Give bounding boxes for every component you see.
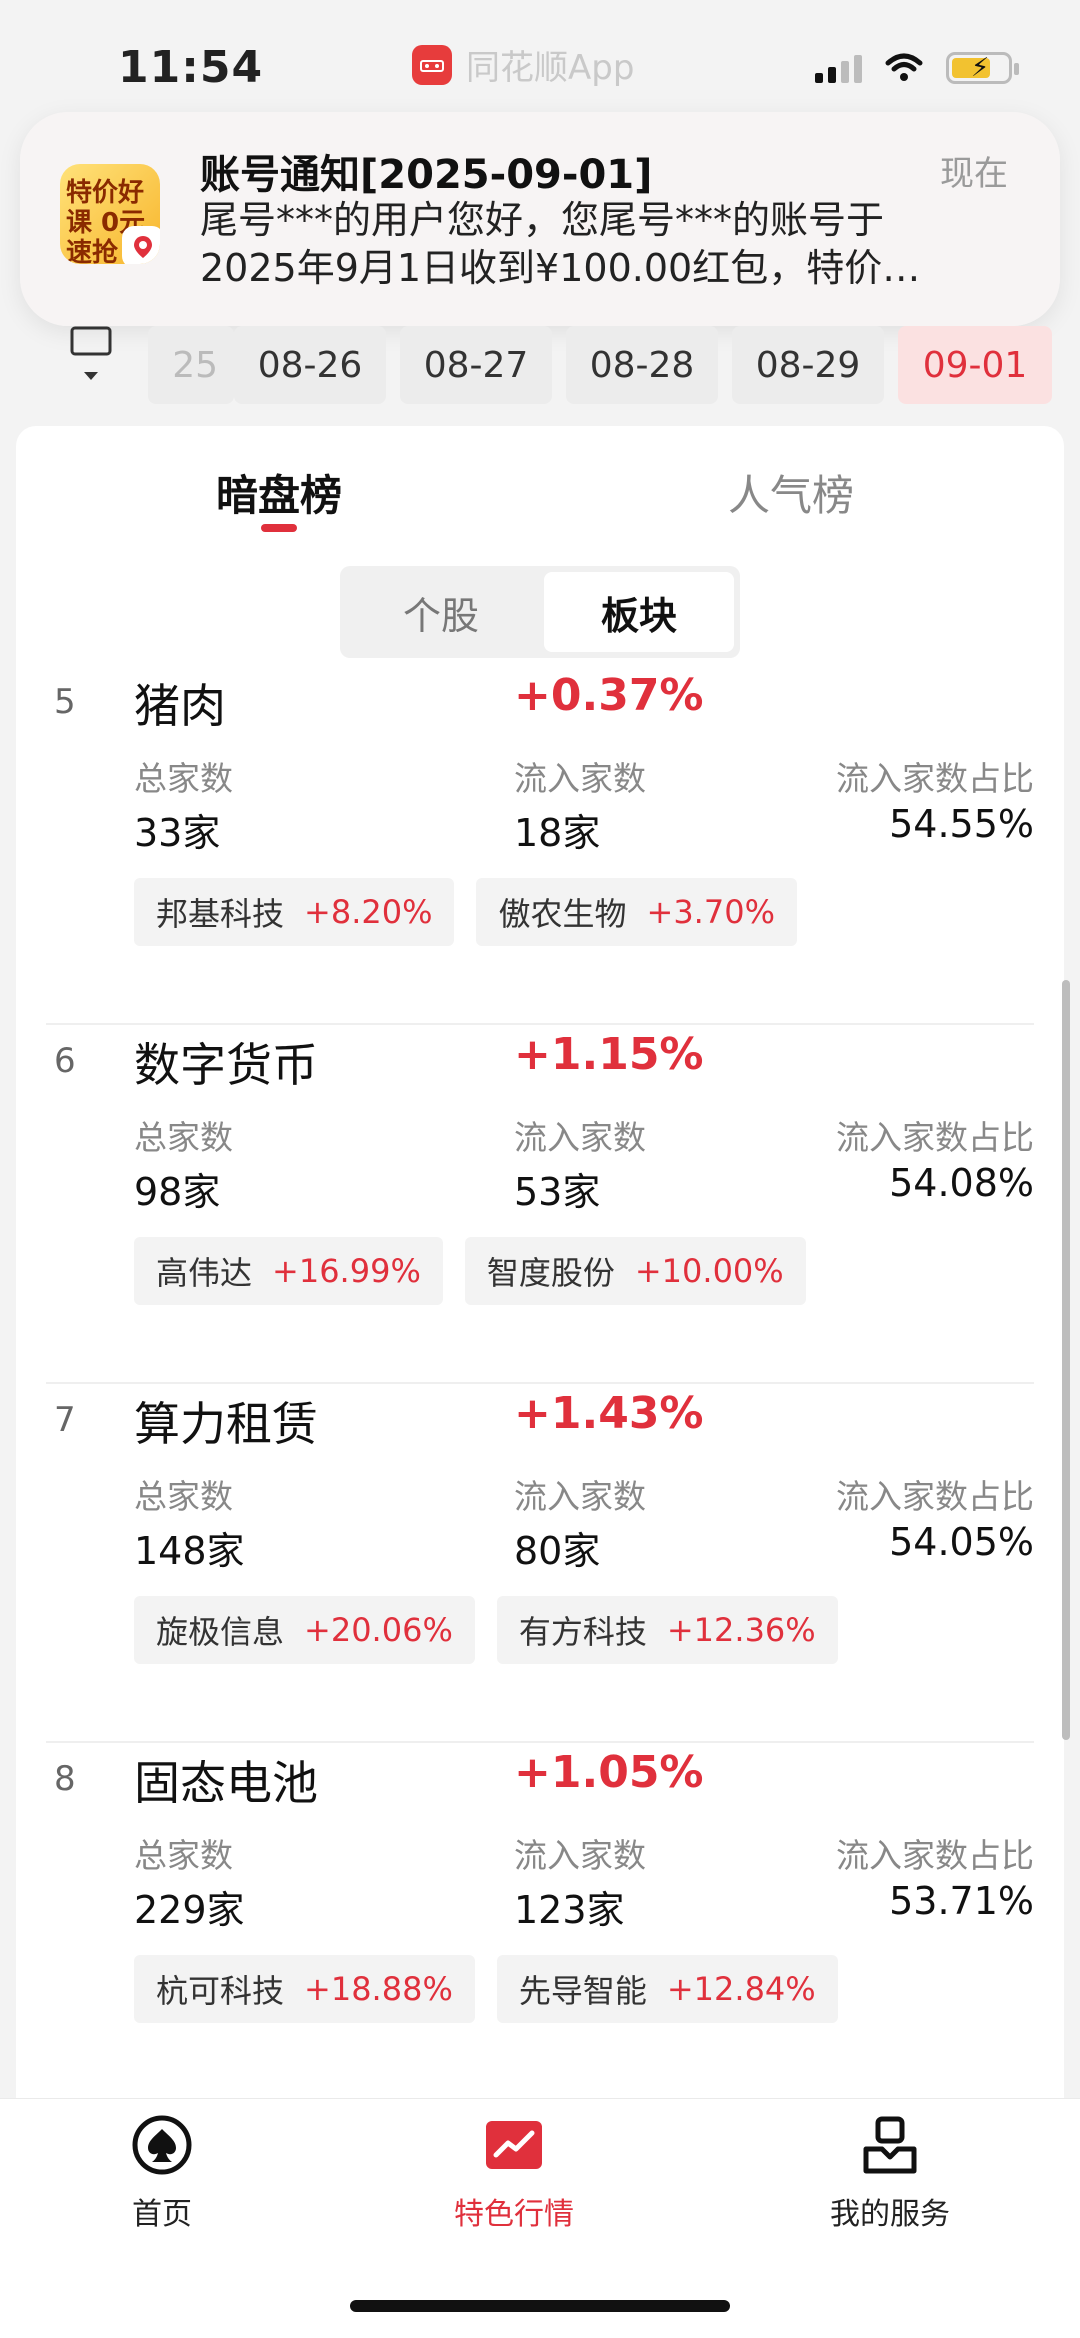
date-pill[interactable]: 08-26: [234, 326, 386, 404]
system-icons: ⚡: [815, 52, 1019, 84]
inflow-value: 123家: [514, 1888, 625, 1932]
date-selector: 25 08-26 08-27 08-28 08-29 09-01: [0, 326, 1080, 406]
list-item[interactable]: 5 猪肉 +0.37% 总家数 流入家数 流入家数占比 33家 18家 54.5…: [16, 666, 1064, 1025]
ranking-tabs: 暗盘榜 人气榜: [16, 426, 1064, 546]
item-rank: 6: [54, 1041, 76, 1081]
total-value: 98家: [134, 1170, 221, 1214]
item-change: +0.37%: [514, 670, 704, 721]
date-pill[interactable]: 25: [148, 326, 234, 404]
wifi-icon: [885, 53, 923, 81]
inflow-value: 18家: [514, 811, 601, 855]
app-name: 同花顺App: [466, 48, 635, 88]
notification-line-1: 尾号***的用户您好，您尾号***的账号于: [200, 198, 885, 242]
ratio-label: 流入家数占比: [836, 759, 1034, 798]
item-change: +1.05%: [514, 1747, 704, 1798]
stock-chip[interactable]: 智度股份 +10.00%: [464, 1237, 806, 1305]
leader-stocks: 邦基科技 +8.20% 傲农生物 +3.70%: [134, 878, 797, 946]
nav-featured[interactable]: 特色行情: [384, 2113, 644, 2243]
leader-stocks: 高伟达 +16.99% 智度股份 +10.00%: [134, 1237, 806, 1305]
segment-sectors[interactable]: 板块: [544, 572, 734, 652]
stock-chip[interactable]: 傲农生物 +3.70%: [476, 878, 797, 946]
stock-chip[interactable]: 高伟达 +16.99%: [134, 1237, 443, 1305]
total-value: 148家: [134, 1529, 245, 1573]
battery-icon: ⚡: [946, 52, 1019, 84]
stock-chip[interactable]: 杭可科技 +18.88%: [134, 1955, 475, 2023]
item-rank: 7: [54, 1400, 76, 1440]
ratio-value: 54.55%: [889, 802, 1034, 846]
inflow-label: 流入家数: [514, 1836, 646, 1875]
ratio-label: 流入家数占比: [836, 1477, 1034, 1516]
item-change: +1.15%: [514, 1029, 704, 1080]
item-change: +1.43%: [514, 1388, 704, 1439]
date-pill[interactable]: 08-28: [566, 326, 718, 404]
tab-dark-pool[interactable]: 暗盘榜: [216, 462, 342, 523]
sector-list: 5 猪肉 +0.37% 总家数 流入家数 流入家数占比 33家 18家 54.5…: [16, 666, 1064, 2102]
scrollbar[interactable]: [1062, 980, 1070, 1740]
ratio-label: 流入家数占比: [836, 1836, 1034, 1875]
ratio-value: 53.71%: [889, 1879, 1034, 1923]
leader-stocks: 杭可科技 +18.88% 先导智能 +12.84%: [134, 1955, 838, 2023]
ratio-value: 54.08%: [889, 1161, 1034, 1205]
tab-underline: [261, 524, 297, 532]
nav-services[interactable]: 我的服务: [760, 2113, 1020, 2243]
item-name: 算力租赁: [134, 1397, 318, 1451]
notification-body: 尾号***的用户您好，您尾号***的账号于 2025年9月1日收到¥100.00…: [200, 196, 1020, 292]
segment-control: 个股 板块: [340, 566, 740, 658]
item-name: 固态电池: [134, 1756, 318, 1810]
item-name: 猪肉: [134, 679, 226, 733]
home-icon: [132, 2115, 192, 2175]
ratio-value: 54.05%: [889, 1520, 1034, 1564]
total-label: 总家数: [134, 759, 233, 798]
leader-stocks: 旋极信息 +20.06% 有方科技 +12.36%: [134, 1596, 838, 1664]
segment-stocks[interactable]: 个股: [346, 572, 536, 652]
date-pill-selected[interactable]: 09-01: [898, 326, 1052, 404]
stock-chip[interactable]: 有方科技 +12.36%: [496, 1596, 838, 1664]
total-label: 总家数: [134, 1836, 233, 1875]
ratio-label: 流入家数占比: [836, 1118, 1034, 1157]
notification-title: 账号通知[2025-09-01]: [200, 152, 653, 198]
total-value: 33家: [134, 811, 221, 855]
date-pill[interactable]: 08-27: [400, 326, 552, 404]
home-indicator[interactable]: [350, 2300, 730, 2312]
status-bar: 11:54 同花顺App ⚡: [0, 0, 1080, 130]
calendar-dropdown-icon[interactable]: [68, 326, 114, 386]
inflow-value: 80家: [514, 1529, 601, 1573]
cellular-signal-icon: [815, 53, 862, 83]
tab-popularity[interactable]: 人气榜: [728, 462, 854, 523]
notification-line-2: 2025年9月1日收到¥100.00红包，特价…: [200, 246, 921, 290]
inflow-label: 流入家数: [514, 759, 646, 798]
stock-chip[interactable]: 先导智能 +12.84%: [496, 1955, 838, 2023]
notification-time: 现在: [940, 154, 1008, 194]
total-value: 229家: [134, 1888, 245, 1932]
inflow-label: 流入家数: [514, 1477, 646, 1516]
nav-home[interactable]: 首页: [32, 2113, 292, 2243]
list-item[interactable]: 8 固态电池 +1.05% 总家数 流入家数 流入家数占比 229家 123家 …: [16, 1743, 1064, 2102]
app-logo-icon: [412, 44, 452, 85]
app-indicator: 同花顺App: [412, 40, 634, 89]
badge-icon: [122, 226, 160, 264]
trend-chart-icon: [486, 2121, 542, 2169]
notification-banner[interactable]: 特价好课 0元速抢 账号通知[2025-09-01] 现在 尾号***的用户您好…: [20, 112, 1060, 326]
stock-chip[interactable]: 邦基科技 +8.20%: [134, 878, 455, 946]
list-item[interactable]: 6 数字货币 +1.15% 总家数 流入家数 流入家数占比 98家 53家 54…: [16, 1025, 1064, 1384]
total-label: 总家数: [134, 1477, 233, 1516]
notification-app-icon: 特价好课 0元速抢: [60, 164, 160, 264]
inflow-label: 流入家数: [514, 1118, 646, 1157]
date-pill[interactable]: 08-29: [732, 326, 884, 404]
inflow-value: 53家: [514, 1170, 601, 1214]
item-rank: 5: [54, 682, 76, 722]
status-time: 11:54: [118, 42, 264, 93]
stock-chip[interactable]: 旋极信息 +20.06%: [134, 1596, 475, 1664]
ranking-card: 暗盘榜 人气榜 个股 板块 5 猪肉 +0.37% 总家数 流入家数 流入家数占…: [16, 426, 1064, 2106]
user-service-icon: [863, 2116, 917, 2174]
list-item[interactable]: 7 算力租赁 +1.43% 总家数 流入家数 流入家数占比 148家 80家 5…: [16, 1384, 1064, 1743]
total-label: 总家数: [134, 1118, 233, 1157]
item-rank: 8: [54, 1759, 76, 1799]
item-name: 数字货币: [134, 1038, 318, 1092]
